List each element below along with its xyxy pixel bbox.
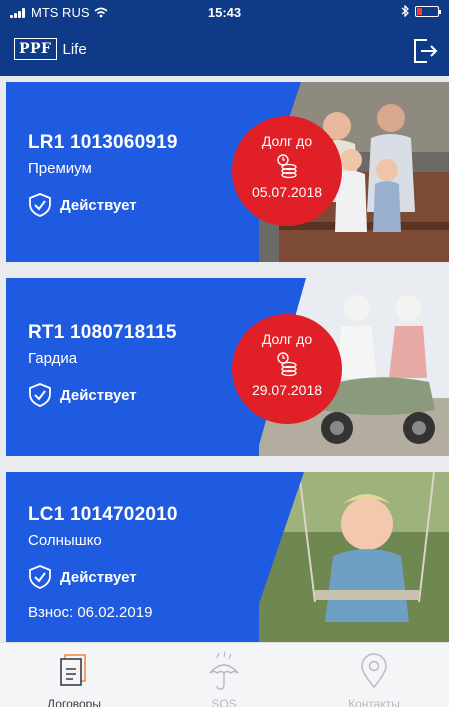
contract-status: Действует	[28, 564, 137, 590]
status-label: Действует	[60, 196, 137, 214]
shield-check-icon	[29, 193, 51, 217]
shield-check-icon	[29, 383, 51, 407]
clock: 15:43	[207, 5, 242, 20]
card-divider	[224, 472, 304, 642]
contract-status: Действует	[28, 192, 137, 218]
app-header: PPF Life	[0, 24, 449, 76]
contract-fee: Взнос: 06.02.2019	[28, 604, 153, 621]
tab-label: Договоры	[47, 697, 101, 707]
contract-plan: Премиум	[28, 160, 92, 177]
umbrella-icon	[209, 651, 239, 690]
contract-plan: Гардиа	[28, 350, 78, 367]
coins-clock-icon	[277, 352, 297, 377]
battery-icon	[415, 5, 441, 17]
logo-box: PPF	[14, 38, 57, 60]
bottom-tab-bar: Договоры SOS Контакты	[0, 642, 449, 707]
ppf-life-logo: PPF Life	[14, 38, 87, 60]
tab-label: Контакты	[348, 697, 400, 707]
debt-label: Долг до	[261, 133, 313, 149]
tab-contracts[interactable]: Договоры	[14, 651, 134, 707]
contract-card[interactable]: LR1 1013060919 Премиум Действует Долг до…	[6, 82, 449, 262]
contract-number: LC1 1014702010	[28, 504, 178, 525]
tab-contacts[interactable]: Контакты	[314, 651, 434, 707]
location-pin-icon	[361, 653, 387, 689]
status-label: Действует	[60, 386, 137, 404]
contract-plan: Солнышко	[28, 532, 102, 549]
bluetooth-icon	[401, 5, 409, 17]
status-bar: MTS RUS 15:43	[0, 0, 449, 24]
document-icon	[60, 654, 86, 686]
contract-number: LR1 1013060919	[28, 132, 178, 153]
debt-badge[interactable]: Долг до 05.07.2018	[232, 116, 342, 226]
shield-check-icon	[29, 565, 51, 589]
debt-badge[interactable]: Долг до 29.07.2018	[232, 314, 342, 424]
debt-label: Долг до	[261, 331, 313, 347]
contract-card[interactable]: LC1 1014702010 Солнышко Действует Взнос:…	[6, 472, 449, 642]
debt-date: 05.07.2018	[251, 184, 323, 200]
debt-date: 29.07.2018	[251, 382, 323, 398]
tab-sos[interactable]: SOS	[164, 651, 284, 707]
status-label: Действует	[60, 568, 137, 586]
contract-number: RT1 1080718115	[28, 322, 177, 343]
tab-label: SOS	[211, 697, 237, 707]
contract-card[interactable]: RT1 1080718115 Гардиа Действует Долг до …	[6, 278, 449, 456]
coins-clock-icon	[277, 154, 297, 179]
contract-status: Действует	[28, 382, 137, 408]
logout-icon[interactable]	[409, 36, 439, 66]
logo-text: Life	[62, 40, 87, 58]
